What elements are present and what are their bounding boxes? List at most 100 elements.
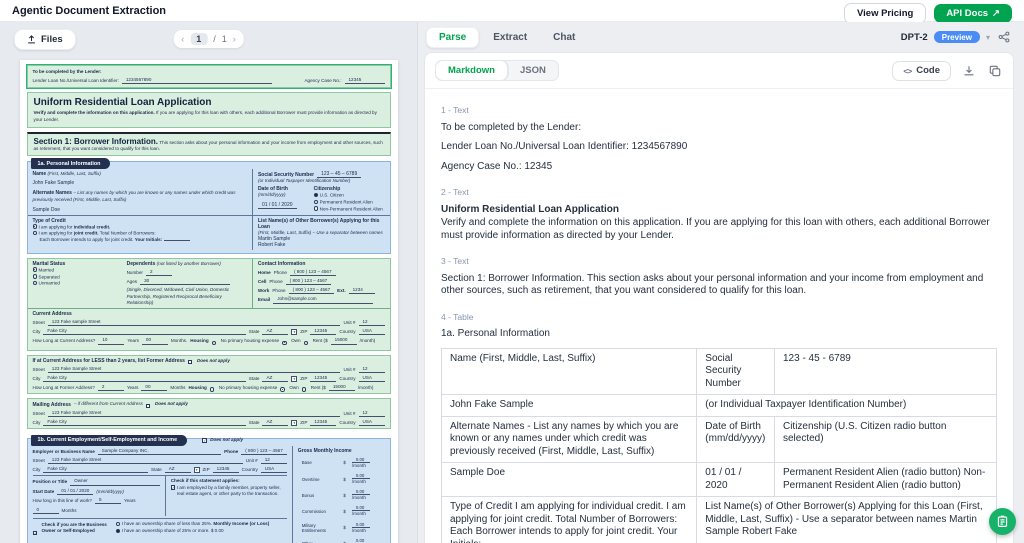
radio-ownership-25-more [116,529,121,534]
current-page[interactable]: 1 [190,33,207,45]
doc-work-b: Work [258,288,269,294]
doc-cur-country-label: Country [339,329,355,335]
doc-mail-zip-label: ZIP [300,420,307,426]
table-cell: 01 / 01 / 2020 [697,463,775,497]
tab-extract[interactable]: Extract [481,28,539,47]
result-toolbar: Markdown JSON <>Code [425,53,1013,89]
chunk-text: 1a. Personal Information [441,328,997,341]
chunk-2[interactable]: 2 - Text Uniform Residential Loan Applic… [441,186,997,242]
parse-result-card: Markdown JSON <>Code 1 - Text To be com [424,52,1014,543]
doc-mailing-address[interactable]: Mailing Address– if different from Curre… [27,398,391,429]
doc-cur-zip-label: ZIP [300,329,307,335]
doc-dep-ages: 30 [140,278,230,285]
doc-emp-state: AZ [165,466,191,473]
total-pages: 1 [222,34,227,44]
doc-emp-phone-label: Phone [224,449,238,455]
table-row: Name (First, Middle, Last, Suffix) Socia… [442,348,997,395]
preview-badge: Preview [934,31,980,43]
doc-former-housing-label: Housing [188,385,206,391]
radio-own [282,341,287,346]
next-page-icon[interactable]: › [233,34,236,44]
doc-cur-months: 00 [142,337,168,344]
chunk-3[interactable]: 3 - Text Section 1: Borrower Information… [441,255,997,298]
chunk-4[interactable]: 4 - Table 1a. Personal Information Name … [441,311,997,543]
doc-emp-zip: 12345 [213,466,239,473]
doc-dob-sub: (mm/dd/yyyy) [258,192,314,198]
doc-emp-unit: 12 [261,457,287,464]
toggle-markdown[interactable]: Markdown [436,61,508,80]
chunk-1[interactable]: 1 - Text To be completed by the Lender: … [441,104,997,173]
doc-dependents-label: Dependents [127,261,156,267]
model-name[interactable]: DPT-2 [901,32,928,43]
doc-emp-phone: ( 800 ) 123 – 4567 [241,448,287,455]
doc-gross-table: Base$0.00/month Overtime$0.00/month Bonu… [298,454,385,543]
table-cell: 123 - 45 - 6789 [774,348,996,395]
doc-sec1a-pill: 1a. Personal Information [31,158,111,169]
tab-chat[interactable]: Chat [541,28,587,47]
radio-joint-credit [33,231,38,236]
radio-us-citizen [314,193,319,198]
prev-page-icon[interactable]: ‹ [181,34,184,44]
doc-loan-label: Lender Loan No./Universal Loan Identifie… [33,78,119,84]
tab-parse[interactable]: Parse [426,27,479,48]
doc-section1-title: Section 1: Borrower Information. [34,137,158,146]
table-row: John Fake Sample (or Individual Taxpayer… [442,395,997,417]
chunk-text: Agency Case No.: 12345 [441,161,997,174]
doc-marital-opt1: Married [39,267,55,272]
doc-cur-years-label: Years [127,338,139,344]
files-button[interactable]: Files [14,29,76,50]
doc-home-t: Phone [274,270,287,276]
api-docs-button[interactable]: API Docs↗ [934,4,1012,23]
code-button[interactable]: <>Code [892,61,951,81]
clipboard-icon [996,515,1009,528]
share-button[interactable] [996,29,1012,45]
doc-cur-street-label: Street [33,320,45,326]
gross-per: /month [352,511,366,516]
doc-mail-country: USA [359,419,385,426]
doc-name-value: John Fake Sample [33,180,247,186]
view-pricing-button[interactable]: View Pricing [844,3,926,24]
doc-mail-label: Mailing Address [33,402,71,408]
doc-former-months-label: Months [170,385,185,391]
doc-email-label: Email [258,297,270,303]
doc-home-b: Home [258,270,271,276]
doc-email-value: John@sample.com [273,296,373,303]
doc-credit-opt1-pre: I am applying for [39,224,74,229]
doc-title-block[interactable]: Uniform Residential Loan Application Ver… [27,92,391,127]
doc-cur-months-label: Months. [171,338,187,344]
doc-cur-hopt2: Own [291,338,300,344]
doc-former-hopt1: No primary housing expense [219,385,277,391]
download-button[interactable] [961,63,977,79]
doc-former-years-label: Years [127,385,139,391]
doc-mail-city: Fake City [43,419,245,426]
doc-emp-state-label: State [151,467,162,473]
feedback-button[interactable] [989,508,1016,535]
chevron-down-icon[interactable]: ▾ [986,33,990,42]
doc-marital-opt2: Separated [39,274,60,279]
copy-button[interactable] [987,63,1003,79]
doc-own-opt1: I have an ownership share of less than 2… [122,521,212,527]
gross-row-label: Other [300,537,340,543]
doc-mail-city-label: City [33,420,41,426]
doc-sec1a[interactable]: 1a. Personal Information Name (First, Mi… [27,161,391,254]
doc-former-address[interactable]: If at Current Address for LESS than 2 ye… [27,355,391,395]
doc-start-label: Start Date [33,489,55,495]
doc-mail-street-label: Street [33,411,45,417]
doc-contact-label: Contact Information [258,261,385,267]
upload-icon [27,35,36,44]
app-title: Agentic Document Extraction [12,5,166,17]
radio-unmarried [33,281,38,286]
doc-mail-state-label: State [249,420,260,426]
doc-lender-strip[interactable]: To be completed by the Lender: Lender Lo… [27,65,391,88]
doc-ssn-sub: (or Individual Taxpayer Identification N… [258,178,385,184]
toggle-json[interactable]: JSON [508,61,558,80]
page-navigator: ‹ 1 / 1 › [173,30,244,48]
radio-non-perm-resident [314,206,319,211]
results-panel: Parse Extract Chat DPT-2 Preview ▾ Markd… [418,22,1024,543]
doc-section1-header[interactable]: Section 1: Borrower Information. This se… [27,132,391,156]
doc-sec1b[interactable]: 1b. Current Employment/Self-Employment a… [27,438,391,543]
document-preview: To be completed by the Lender: Lender Lo… [20,60,398,543]
gross-row-label: Military Entitlements [300,521,340,535]
doc-marital-contact[interactable]: Marital Status Married Separated Unmarri… [27,258,391,351]
doc-howlong-months-label: Months [62,508,77,514]
